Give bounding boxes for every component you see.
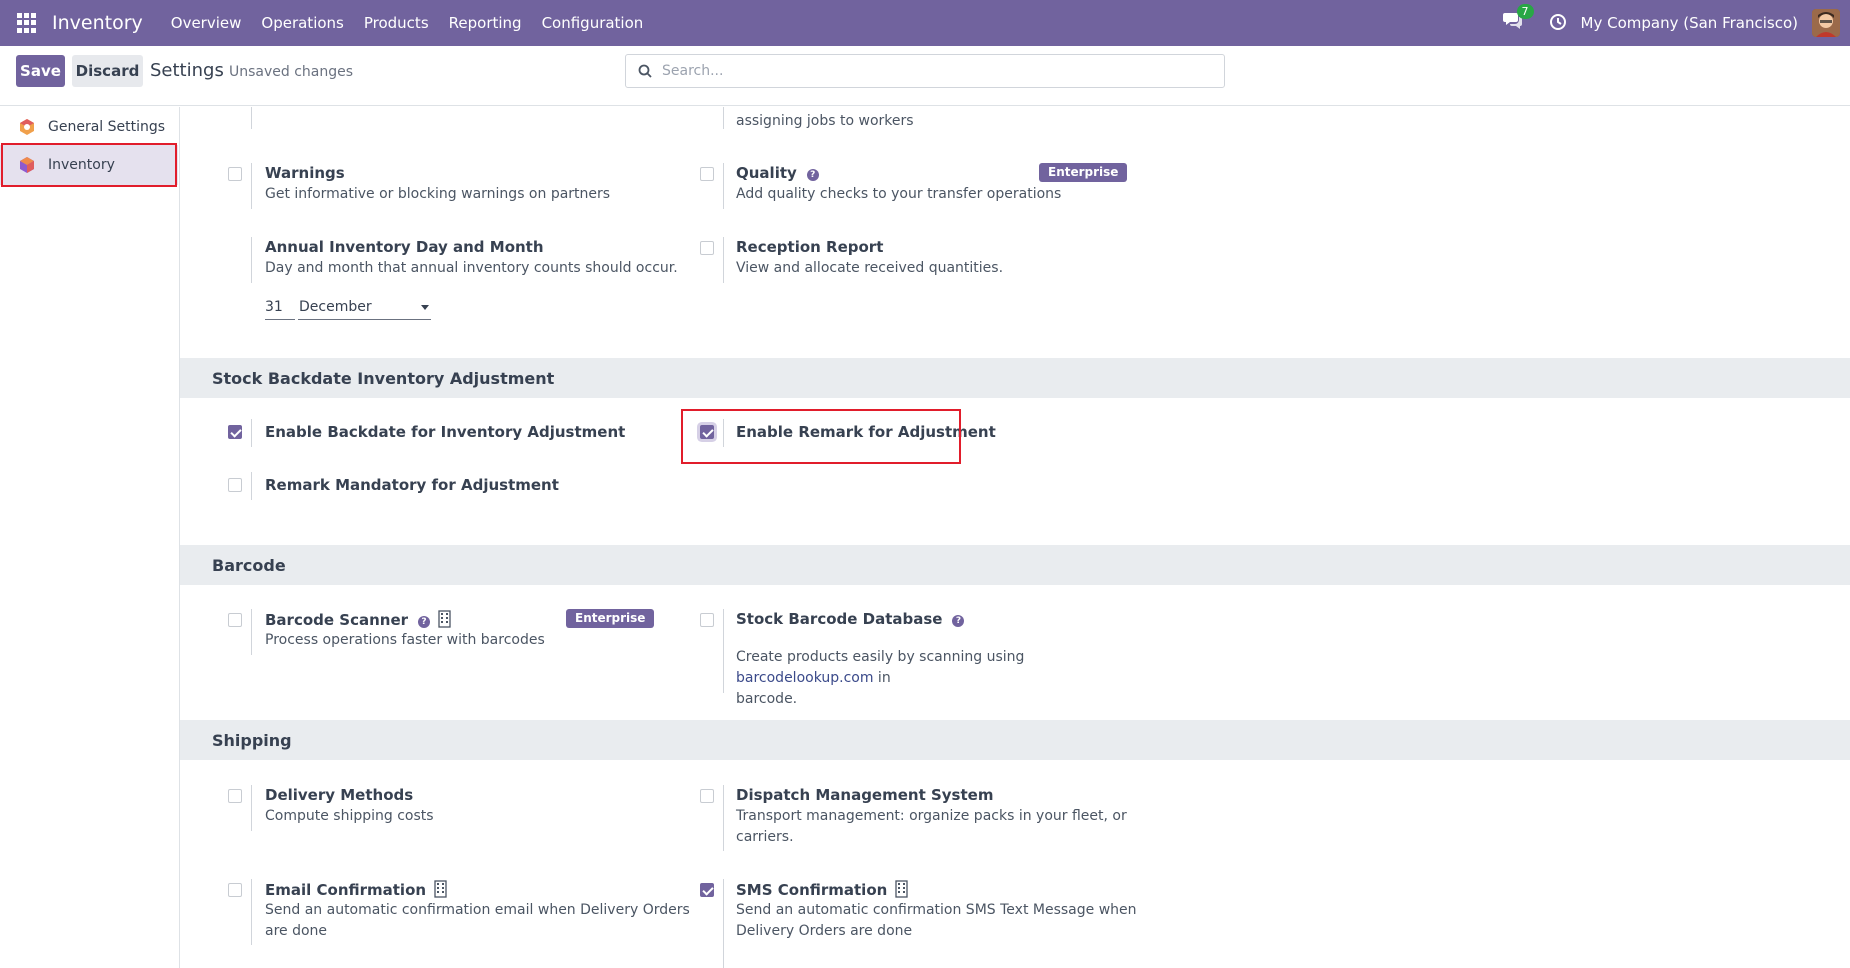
page-title: Settings <box>150 60 224 81</box>
divider <box>251 419 252 447</box>
discard-button[interactable]: Discard <box>72 55 143 87</box>
help-icon[interactable]: ? <box>418 616 431 628</box>
general-settings-icon <box>20 119 34 135</box>
control-panel: Save Discard Settings Unsaved changes <box>0 46 1850 106</box>
delivery-methods-checkbox[interactable] <box>228 789 242 803</box>
activity-button[interactable] <box>1549 13 1569 33</box>
warnings-label: Warnings <box>265 164 345 182</box>
clock-icon <box>1549 14 1566 30</box>
delivery-methods-desc: Compute shipping costs <box>265 808 434 824</box>
dispatch-management-label: Dispatch Management System <box>736 786 994 804</box>
annual-inventory-label: Annual Inventory Day and Month <box>265 238 544 256</box>
user-avatar[interactable] <box>1812 9 1840 37</box>
barcodelookup-link[interactable]: barcodelookup.com <box>736 670 873 686</box>
enterprise-badge: Enterprise <box>1039 163 1128 182</box>
divider <box>723 785 724 851</box>
help-icon[interactable]: ? <box>952 615 965 627</box>
barcode-scanner-label: Barcode Scanner? <box>265 610 451 629</box>
email-confirmation-desc: Send an automatic confirmation email whe… <box>265 902 690 939</box>
divider <box>251 107 252 129</box>
quality-desc: Add quality checks to your transfer oper… <box>736 186 1062 202</box>
enable-backdate-checkbox[interactable] <box>228 425 242 439</box>
email-confirmation-checkbox[interactable] <box>228 883 242 897</box>
barcode-scanner-checkbox[interactable] <box>228 613 242 627</box>
divider <box>723 879 724 968</box>
annual-inventory-desc: Day and month that annual inventory coun… <box>265 260 678 276</box>
sidebar-item-general-settings[interactable]: General Settings <box>0 107 178 147</box>
company-switcher[interactable]: My Company (San Francisco) <box>1581 14 1798 32</box>
section-shipping: Shipping <box>180 720 1850 760</box>
email-confirmation-label: Email Confirmation <box>265 880 447 899</box>
stock-barcode-database-checkbox[interactable] <box>700 613 714 627</box>
sms-confirmation-desc: Send an automatic confirmation SMS Text … <box>736 902 1137 939</box>
search-icon <box>638 64 652 78</box>
annual-day-field[interactable]: 31 <box>265 294 295 320</box>
divider <box>251 472 252 500</box>
partial-setting-desc: assigning jobs to workers <box>736 113 914 129</box>
enable-backdate-label: Enable Backdate for Inventory Adjustment <box>265 423 626 441</box>
dispatch-management-desc: Transport management: organize packs in … <box>736 808 1127 845</box>
divider <box>251 163 252 209</box>
chevron-down-icon <box>421 305 429 310</box>
building-icon <box>895 880 908 898</box>
warnings-desc: Get informative or blocking warnings on … <box>265 186 611 202</box>
save-button[interactable]: Save <box>16 55 65 87</box>
messaging-button[interactable]: 7 <box>1502 4 1534 35</box>
section-stock-backdate: Stock Backdate Inventory Adjustment <box>180 358 1850 398</box>
barcode-scanner-desc: Process operations faster with barcodes <box>265 632 545 648</box>
enterprise-badge: Enterprise <box>566 609 655 628</box>
remark-mandatory-checkbox[interactable] <box>228 478 242 492</box>
divider <box>251 785 252 831</box>
divider <box>723 237 724 283</box>
chat-count-badge: 7 <box>1516 4 1534 19</box>
remark-mandatory-label: Remark Mandatory for Adjustment <box>265 476 559 494</box>
help-icon[interactable]: ? <box>806 169 819 181</box>
section-barcode: Barcode <box>180 545 1850 585</box>
annual-month-select[interactable]: December <box>298 294 431 320</box>
top-navbar: Inventory Overview Operations Products R… <box>0 0 1850 46</box>
settings-content: assigning jobs to workers Warnings Get i… <box>180 107 1850 968</box>
divider <box>251 609 252 655</box>
divider <box>723 609 724 693</box>
dispatch-management-checkbox[interactable] <box>700 789 714 803</box>
sms-confirmation-checkbox[interactable] <box>700 883 714 897</box>
menu-configuration[interactable]: Configuration <box>542 14 644 32</box>
quality-label: Quality? <box>736 164 819 182</box>
unsaved-status: Unsaved changes <box>229 64 354 80</box>
building-icon <box>438 610 451 628</box>
divider <box>251 237 252 283</box>
divider <box>723 163 724 209</box>
search-input[interactable] <box>662 63 1202 79</box>
quality-checkbox[interactable] <box>700 167 714 181</box>
divider <box>251 879 252 945</box>
settings-sidebar: General Settings Inventory <box>0 107 180 968</box>
main-menu: Overview Operations Products Reporting C… <box>161 14 654 32</box>
sms-confirmation-label: SMS Confirmation <box>736 880 908 899</box>
building-icon <box>434 880 447 898</box>
menu-overview[interactable]: Overview <box>171 14 242 32</box>
sidebar-item-label: General Settings <box>48 119 166 135</box>
navbar-systray: 7 My Company (San Francisco) <box>1502 0 1850 46</box>
app-brand[interactable]: Inventory <box>52 12 143 34</box>
warnings-checkbox[interactable] <box>228 167 242 181</box>
stock-barcode-database-label: Stock Barcode Database? <box>736 610 965 628</box>
highlight-box-inventory <box>1 143 177 187</box>
menu-reporting[interactable]: Reporting <box>449 14 522 32</box>
reception-report-label: Reception Report <box>736 238 884 256</box>
apps-menu-icon[interactable] <box>17 13 37 33</box>
reception-report-checkbox[interactable] <box>700 241 714 255</box>
stock-barcode-database-desc: Create products easily by scanning using… <box>736 649 1025 707</box>
delivery-methods-label: Delivery Methods <box>265 786 414 804</box>
divider <box>723 107 724 129</box>
search-box[interactable] <box>625 54 1225 88</box>
menu-products[interactable]: Products <box>364 14 429 32</box>
highlight-box-enable-remark <box>681 409 961 464</box>
menu-operations[interactable]: Operations <box>261 14 343 32</box>
reception-report-desc: View and allocate received quantities. <box>736 260 1004 276</box>
